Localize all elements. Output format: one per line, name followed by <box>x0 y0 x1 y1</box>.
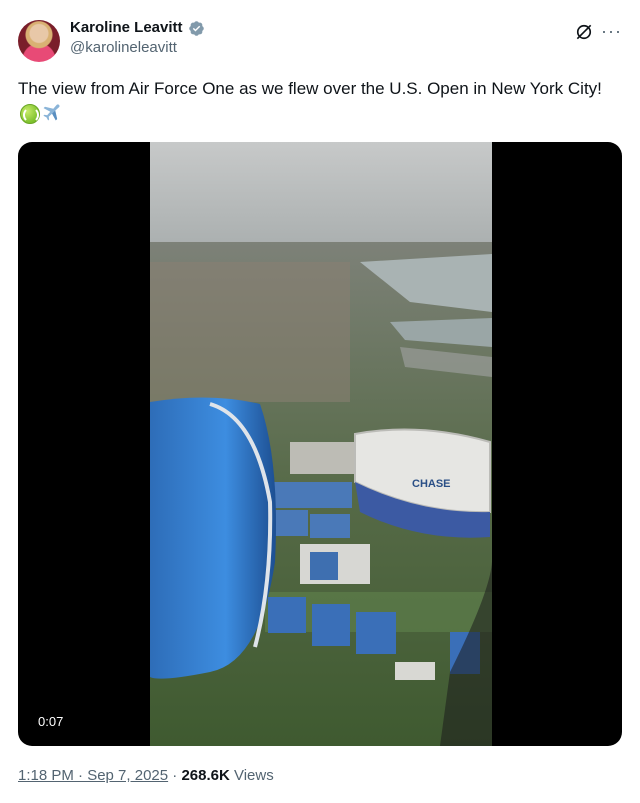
views-count: 268.6K <box>181 767 230 784</box>
tweet-meta: 1:18 PM · Sep 7, 2025 · 268.6K Views <box>18 766 274 786</box>
tweet-text-body: The view from Air Force One as we flew o… <box>18 79 602 98</box>
stadium-sign-text: CHASE <box>412 478 451 490</box>
verified-badge-icon <box>188 20 204 36</box>
video-timestamp: 0:07 <box>32 711 70 732</box>
tweet-header: Karoline Leavitt @karolineleavitt ··· <box>18 18 622 66</box>
video-frame: CHASE <box>150 142 492 746</box>
tweet-timestamp-link[interactable]: 1:18 PM · Sep 7, 2025 <box>18 767 168 784</box>
grok-icon[interactable] <box>574 22 594 42</box>
more-options-icon[interactable]: ··· <box>601 21 622 41</box>
author-handle[interactable]: @karolineleavitt <box>70 38 205 58</box>
views-label: Views <box>229 767 274 784</box>
avatar[interactable] <box>18 20 60 62</box>
tweet-text: The view from Air Force One as we flew o… <box>18 76 622 128</box>
tennis-ball-emoji <box>20 104 40 124</box>
author-names: Karoline Leavitt @karolineleavitt <box>70 18 205 58</box>
display-name-text[interactable]: Karoline Leavitt <box>70 18 183 38</box>
airplane-emoji <box>43 104 60 121</box>
video-player[interactable]: CHASE 0:07 <box>18 142 622 746</box>
meta-separator: · <box>168 767 182 784</box>
author-display-name[interactable]: Karoline Leavitt <box>70 18 205 38</box>
